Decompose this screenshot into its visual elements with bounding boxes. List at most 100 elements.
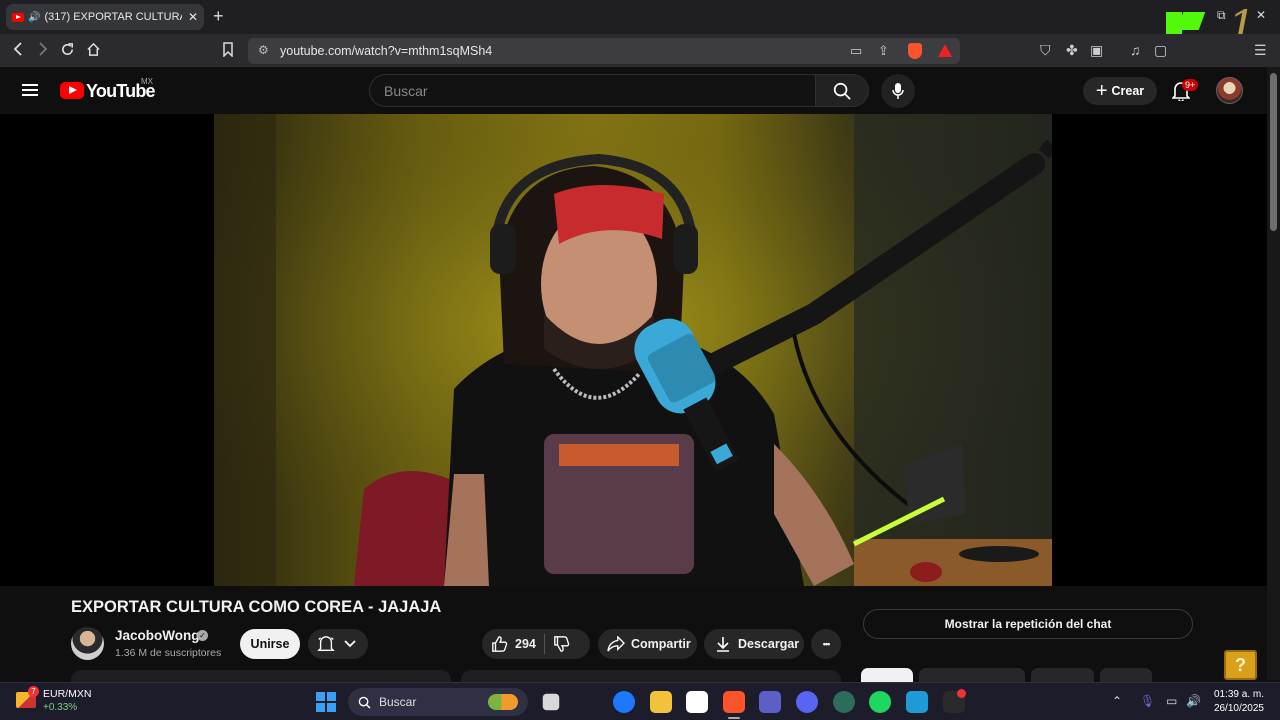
search-button[interactable] [815,74,869,107]
back-icon[interactable] [12,42,24,59]
task-view-icon[interactable] [542,693,560,711]
subscription-notifications-button[interactable] [308,629,368,659]
create-button[interactable]: + Crear [1083,77,1157,105]
browser-nav-bar: ⚙ youtube.com/watch?v=mthm1sqMSh4 ▭ ⇪ [0,34,1280,67]
filter-chip[interactable] [919,668,1025,682]
close-window-icon[interactable]: ✕ [1256,8,1266,22]
network-icon[interactable]: ▭ [1166,694,1177,708]
system-clock[interactable]: 01:39 a. m. 26/10/2025 [1210,688,1264,716]
comment-card-edge [461,670,841,682]
like-icon[interactable] [491,635,509,653]
download-button[interactable]: Descargar [704,629,804,659]
voice-search-button[interactable] [881,74,915,108]
vpn-shield-icon[interactable]: ⛉ [1040,42,1051,59]
sidebar-toggle-icon[interactable]: ▢ [1154,42,1167,59]
active-app-indicator [728,717,740,719]
volume-icon[interactable]: 🔊 [1186,694,1201,708]
screen-capture-icon[interactable] [906,691,928,713]
description-card-edge [71,670,451,682]
browser-tab-active[interactable]: 🔊 (317) EXPORTAR CULTURA CO ✕ [6,4,204,30]
tab-title: (317) EXPORTAR CULTURA CO [44,11,182,23]
verified-check-icon: ✓ [197,630,208,641]
like-dislike-group: 294 [482,629,590,659]
channel-name[interactable]: JacoboWong [115,628,200,643]
video-title: EXPORTAR CULTURA COMO COREA - JAJAJA [71,598,442,616]
bell-icon [317,636,335,651]
search-box[interactable] [369,74,816,107]
video-frame[interactable] [214,114,1052,586]
ticker-change: +0.33% [43,702,78,713]
windows-taskbar: 7 EUR/MXN +0.33% Buscar ⌃ 🎙 ▭ 🔊 01:39 a.… [0,682,1280,720]
brave-browser-icon[interactable] [723,691,745,713]
join-button[interactable]: Unirse [240,629,300,659]
share-page-icon[interactable]: ⇪ [878,43,889,59]
tray-overflow-icon[interactable]: ⌃ [1112,694,1122,708]
extensions-icon[interactable]: ✤ [1066,42,1078,59]
filter-chip-active[interactable] [861,668,913,682]
stream-overlay-question-block-icon: ? [1224,650,1257,680]
link-app-icon[interactable] [833,691,855,713]
brave-shields-icon[interactable] [908,43,922,59]
share-button[interactable]: Compartir [598,629,697,659]
account-avatar[interactable] [1216,77,1243,104]
youtube-header: YouTube MX + Crear 9+ [0,67,1280,114]
taskbar-search-icon [358,696,371,709]
taskbar-search[interactable]: Buscar [348,688,528,716]
plus-icon: + [1095,80,1108,102]
discord-icon[interactable] [796,691,818,713]
search-input[interactable] [370,75,815,106]
scrollbar-thumb[interactable] [1270,73,1277,231]
bookmark-icon[interactable] [222,42,234,60]
channel-avatar[interactable] [71,627,104,660]
filter-chip[interactable] [1031,668,1094,682]
teams-icon[interactable] [759,691,781,713]
show-chat-replay-button[interactable]: Mostrar la repetición del chat [863,609,1193,639]
search-icon [833,82,851,100]
video-player[interactable]: ? [0,114,1267,680]
brave-rewards-icon[interactable] [938,44,952,57]
chevron-down-icon [344,640,356,648]
restore-window-icon[interactable]: ⧉ [1217,8,1226,23]
share-icon [607,636,625,652]
like-count[interactable]: 294 [515,637,536,651]
reader-icon[interactable]: ▣ [1090,42,1103,59]
more-actions-button[interactable]: ••• [811,629,841,659]
taskbar-search-label: Buscar [379,695,417,709]
home-icon[interactable] [86,42,101,60]
search-highlight-icon [488,694,518,710]
microsoft-store-icon[interactable] [686,691,708,713]
address-bar[interactable]: ⚙ youtube.com/watch?v=mthm1sqMSh4 ▭ ⇪ [248,38,960,64]
share-label: Compartir [631,637,691,651]
youtube-logo-icon[interactable] [60,82,84,99]
region-code: MX [141,77,153,86]
cast-icon[interactable]: ▭ [850,43,862,59]
clock-time: 01:39 a. m. [1213,689,1264,700]
tab-close-icon[interactable]: ✕ [188,10,198,24]
reload-icon[interactable] [60,42,75,60]
create-label: Crear [1111,84,1145,98]
video-scene-image [214,114,1052,586]
tray-mic-icon[interactable]: 🎙 [1140,694,1155,708]
media-controls-icon[interactable]: ♫ [1130,42,1141,58]
new-tab-button[interactable]: + [213,6,224,27]
filter-chip[interactable] [1100,668,1152,682]
file-explorer-icon[interactable] [650,691,672,713]
dislike-icon[interactable] [553,635,571,653]
notifications-badge: 9+ [1182,79,1199,91]
speaker-icon[interactable]: 🔊 [28,12,40,23]
recording-dot-icon [957,689,966,698]
youtube-favicon-icon [12,12,24,22]
site-info-icon[interactable]: ⚙ [258,43,269,57]
spotify-icon[interactable] [869,691,891,713]
ticker-symbol[interactable]: EUR/MXN [43,688,91,700]
guide-menu-icon[interactable] [22,84,38,96]
browser-tab-bar: 🔊 (317) EXPORTAR CULTURA CO ✕ + ⧉ ✕ 1 [0,0,1280,62]
like-divider [543,634,545,654]
messenger-icon[interactable] [613,691,635,713]
page-scrollbar[interactable] [1267,67,1280,680]
url-text[interactable]: youtube.com/watch?v=mthm1sqMSh4 [280,44,492,58]
browser-menu-icon[interactable]: ☰ [1254,42,1267,59]
forward-icon[interactable] [37,42,49,59]
windows-start-icon[interactable] [316,692,336,712]
download-icon [717,637,729,652]
